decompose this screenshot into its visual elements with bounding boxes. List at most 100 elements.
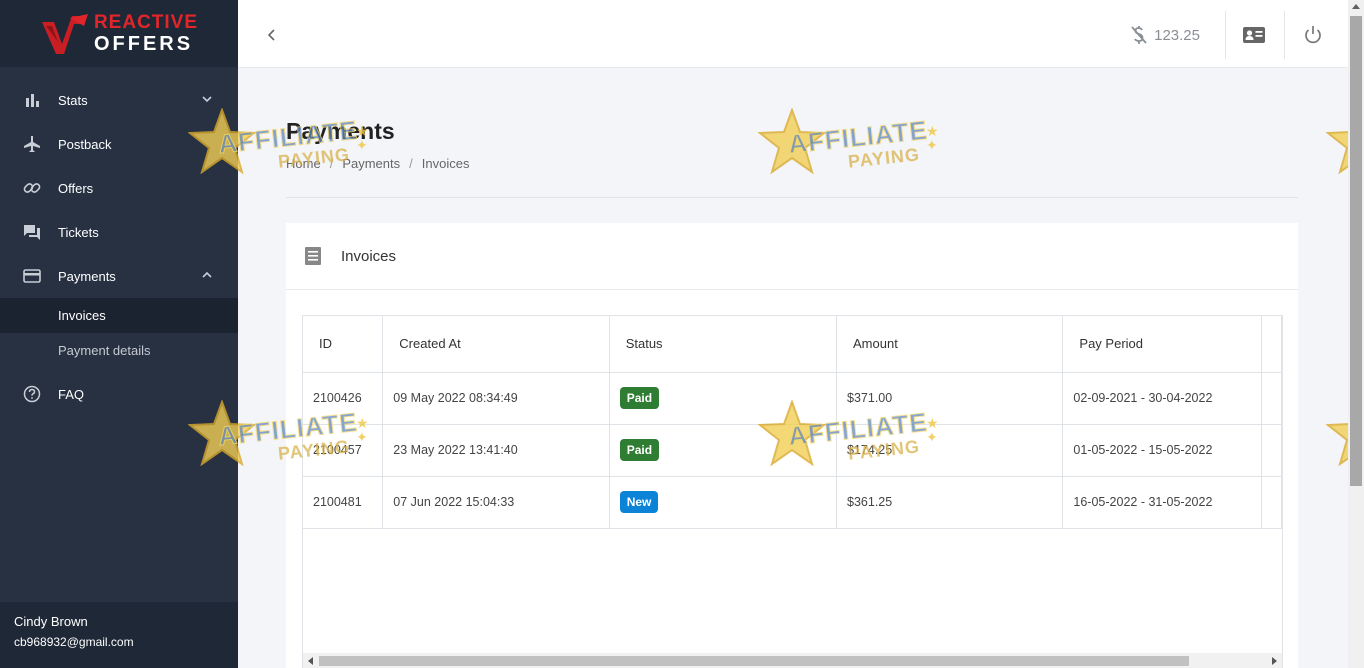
cell-status: Paid — [609, 372, 838, 425]
column-header-created-at[interactable]: Created At — [382, 316, 610, 373]
sidebar-item-offers[interactable]: Offers — [0, 166, 238, 210]
table-header-row: ID Created At Status Amount Pay Period — [303, 316, 1282, 373]
user-name: Cindy Brown — [14, 614, 88, 629]
sidebar-subitem-invoices[interactable]: Invoices — [0, 298, 238, 333]
breadcrumb-separator: / — [329, 156, 334, 171]
user-email: cb968932@gmail.com — [14, 635, 134, 649]
table-row[interactable]: 2100457 23 May 2022 13:41:40 Paid $174.2… — [303, 424, 1282, 477]
sidebar-item-label: Tickets — [58, 224, 99, 240]
dollar-off-icon — [1130, 25, 1148, 45]
credit-card-icon — [22, 266, 42, 286]
watermark-sparkle-icon: ★ ✦ — [926, 123, 939, 153]
column-header-amount[interactable]: Amount — [836, 316, 1064, 373]
cell-overflow — [1261, 476, 1282, 529]
bar-chart-icon — [22, 90, 42, 110]
cell-id: 2100426 — [303, 372, 384, 425]
sidebar: REACTIVE OFFERS Stats Postback Offers Ti… — [0, 0, 238, 668]
cell-created: 07 Jun 2022 15:04:33 — [382, 476, 610, 529]
cell-created: 09 May 2022 08:34:49 — [382, 372, 610, 425]
cell-id: 2100457 — [303, 424, 384, 477]
cell-period: 01-05-2022 - 15-05-2022 — [1062, 424, 1262, 477]
cell-created: 23 May 2022 13:41:40 — [382, 424, 610, 477]
scroll-right-arrow-icon[interactable] — [1272, 657, 1277, 665]
cell-status: Paid — [609, 424, 838, 477]
column-header-id[interactable]: ID — [303, 316, 384, 373]
watermark — [1326, 108, 1348, 180]
sidebar-subitem-payment-details[interactable]: Payment details — [0, 333, 238, 368]
cell-amount: $361.25 — [836, 476, 1064, 529]
header-divider — [1284, 11, 1285, 59]
horizontal-scroll-thumb[interactable] — [319, 656, 1189, 666]
cell-overflow — [1261, 424, 1282, 477]
back-chevron-icon[interactable] — [262, 24, 282, 46]
card-title: Invoices — [341, 247, 397, 265]
sidebar-item-label: Offers — [58, 180, 94, 196]
page-title: Payments — [286, 118, 395, 144]
horizontal-scrollbar[interactable] — [303, 653, 1282, 668]
top-header: 123.25 — [238, 3, 1348, 68]
table-row[interactable]: 2100481 07 Jun 2022 15:04:33 New $361.25… — [303, 476, 1282, 529]
column-header-status[interactable]: Status — [609, 316, 838, 373]
cell-id: 2100481 — [303, 476, 384, 529]
vertical-scroll-thumb[interactable] — [1350, 16, 1362, 486]
watermark-star-icon — [758, 108, 826, 174]
watermark-star-icon — [1326, 131, 1348, 174]
watermark-line1: AFFILIATE — [786, 114, 930, 160]
chat-icon — [22, 222, 42, 242]
scroll-up-arrow-icon[interactable] — [1352, 4, 1360, 9]
sidebar-item-label: Payments — [58, 268, 116, 284]
column-header-overflow — [1261, 316, 1282, 373]
sidebar-nav: Stats Postback Offers Tickets Payments I… — [0, 78, 238, 416]
power-icon[interactable] — [1302, 24, 1324, 46]
sidebar-item-postback[interactable]: Postback — [0, 122, 238, 166]
scroll-left-arrow-icon[interactable] — [308, 657, 313, 665]
help-circle-icon — [22, 384, 42, 404]
airplane-icon — [22, 134, 42, 154]
balance-value: 123.25 — [1154, 26, 1200, 44]
invoices-card: Invoices ID Created At Status Amount Pay… — [286, 223, 1298, 668]
sidebar-item-payments[interactable]: Payments — [0, 254, 238, 298]
sidebar-item-label: Postback — [58, 136, 112, 152]
profile-card-icon[interactable] — [1242, 25, 1266, 45]
watermark-star-icon — [1326, 423, 1348, 466]
cell-amount: $371.00 — [836, 372, 1064, 425]
sidebar-item-label: Stats — [58, 92, 88, 108]
document-list-icon — [303, 246, 323, 266]
user-info: Cindy Brown cb968932@gmail.com — [0, 602, 238, 668]
sidebar-item-faq[interactable]: FAQ — [0, 372, 238, 416]
watermark: AFFILIATE PAYING ★ ✦ — [758, 108, 958, 180]
vertical-scrollbar[interactable] — [1348, 0, 1364, 668]
cell-status: New — [609, 476, 838, 529]
table-row[interactable]: 2100426 09 May 2022 08:34:49 Paid $371.0… — [303, 372, 1282, 425]
logo[interactable]: REACTIVE OFFERS — [0, 0, 238, 67]
brand-line2: OFFERS — [93, 33, 194, 55]
invoices-table: ID Created At Status Amount Pay Period 2… — [303, 316, 1282, 529]
brand-line1: REACTIVE — [93, 12, 199, 33]
watermark-line2: PAYING — [847, 144, 921, 172]
chevron-up-icon — [200, 268, 214, 282]
cell-overflow — [1261, 372, 1282, 425]
cell-period: 16-05-2022 - 31-05-2022 — [1062, 476, 1262, 529]
column-header-pay-period[interactable]: Pay Period — [1062, 316, 1262, 373]
status-badge: Paid — [619, 387, 660, 409]
balance-display: 123.25 — [1130, 25, 1200, 45]
cell-amount: $174.25 — [836, 424, 1064, 477]
link-icon — [22, 178, 42, 198]
sidebar-item-tickets[interactable]: Tickets — [0, 210, 238, 254]
breadcrumb-payments[interactable]: Payments — [342, 156, 400, 171]
watermark — [1326, 400, 1348, 472]
card-header: Invoices — [286, 223, 1298, 290]
breadcrumb-home[interactable]: Home — [286, 156, 321, 171]
cell-period: 02-09-2021 - 30-04-2022 — [1062, 372, 1262, 425]
sidebar-item-label: FAQ — [58, 386, 85, 402]
status-badge: Paid — [619, 439, 660, 461]
invoices-table-container: ID Created At Status Amount Pay Period 2… — [302, 315, 1283, 668]
sidebar-item-stats[interactable]: Stats — [0, 78, 238, 122]
status-badge: New — [619, 491, 659, 513]
payments-submenu: Invoices Payment details — [0, 298, 238, 368]
breadcrumb: Home / Payments / Invoices — [286, 156, 469, 171]
chevron-down-icon — [200, 92, 214, 106]
header-divider — [1225, 11, 1226, 59]
breadcrumb-invoices: Invoices — [421, 156, 470, 171]
breadcrumb-separator: / — [409, 156, 413, 171]
